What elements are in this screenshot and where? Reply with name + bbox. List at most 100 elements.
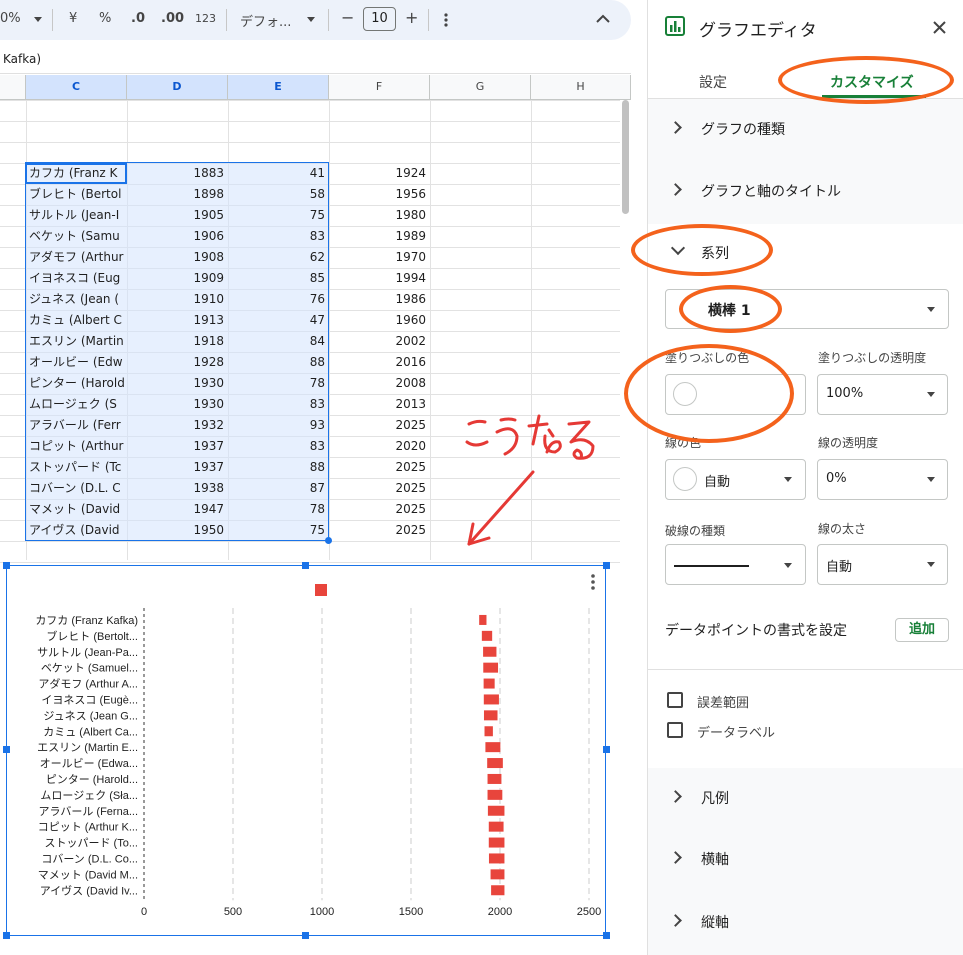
cell-age[interactable]: 58	[228, 184, 329, 205]
cell-age[interactable]: 84	[228, 331, 329, 352]
cell-birth-year[interactable]: 1918	[127, 331, 228, 352]
cell-end-year[interactable]: 2025	[329, 499, 430, 520]
cell-birth-year[interactable]: 1913	[127, 310, 228, 331]
cell-birth-year[interactable]: 1909	[127, 268, 228, 289]
cell-age[interactable]: 93	[228, 415, 329, 436]
cell-age[interactable]: 88	[228, 352, 329, 373]
close-icon[interactable]	[933, 21, 946, 34]
cell-name[interactable]: ベケット (Samu	[29, 226, 125, 247]
cell-end-year[interactable]: 2008	[329, 373, 430, 394]
add-data-point-button[interactable]: 追加	[895, 618, 949, 642]
fill-handle[interactable]	[325, 537, 332, 544]
cell-name[interactable]: コピット (Arthur	[29, 436, 125, 457]
column-header-E[interactable]: E	[228, 75, 329, 99]
cell-birth-year[interactable]: 1930	[127, 373, 228, 394]
cell-name[interactable]: イヨネスコ (Eug	[29, 268, 125, 289]
chart-resize-handle[interactable]	[302, 932, 309, 939]
cell-birth-year[interactable]: 1908	[127, 247, 228, 268]
section-chart-type[interactable]: グラフの種類	[701, 119, 785, 139]
chart-resize-handle[interactable]	[3, 932, 10, 939]
vertical-scrollbar[interactable]	[622, 100, 629, 214]
section-titles[interactable]: グラフと軸のタイトル	[701, 181, 841, 201]
chart-resize-handle[interactable]	[3, 562, 10, 569]
data-labels-checkbox[interactable]	[667, 722, 683, 738]
currency-format-button[interactable]: ¥	[69, 11, 77, 26]
cell-birth-year[interactable]: 1947	[127, 499, 228, 520]
font-size-increase-button[interactable]: +	[405, 8, 418, 27]
cell-name[interactable]: アラバール (Ferr	[29, 415, 125, 436]
section-horizontal-axis[interactable]: 横軸	[701, 849, 729, 869]
cell-end-year[interactable]: 2025	[329, 457, 430, 478]
cell-birth-year[interactable]: 1910	[127, 289, 228, 310]
fill-opacity-dropdown-icon[interactable]	[927, 392, 935, 397]
formula-bar[interactable]: Kafka)	[0, 46, 631, 74]
cell-end-year[interactable]: 1980	[329, 205, 430, 226]
cell-end-year[interactable]: 1989	[329, 226, 430, 247]
cell-name[interactable]: アイヴス (David	[29, 520, 125, 541]
cell-name[interactable]: ムロージェク (S	[29, 394, 125, 415]
cell-end-year[interactable]: 2025	[329, 520, 430, 541]
cell-name[interactable]: アダモフ (Arthur	[29, 247, 125, 268]
decrease-decimal-button[interactable]: .0	[131, 11, 145, 26]
cell-end-year[interactable]: 1986	[329, 289, 430, 310]
zoom-dropdown-icon[interactable]	[34, 17, 42, 22]
chart-resize-handle[interactable]	[603, 562, 610, 569]
cell-end-year[interactable]: 2013	[329, 394, 430, 415]
cell-birth-year[interactable]: 1928	[127, 352, 228, 373]
column-header-D[interactable]: D	[127, 75, 228, 99]
cell-age[interactable]: 47	[228, 310, 329, 331]
cell-end-year[interactable]: 1956	[329, 184, 430, 205]
cell-end-year[interactable]: 1970	[329, 247, 430, 268]
cell-end-year[interactable]: 2025	[329, 415, 430, 436]
cell-end-year[interactable]: 1924	[329, 163, 430, 184]
cell-name[interactable]: マメット (David	[29, 499, 125, 520]
cell-age[interactable]: 85	[228, 268, 329, 289]
cell-name[interactable]: オールビー (Edw	[29, 352, 125, 373]
chart-resize-handle[interactable]	[302, 562, 309, 569]
column-header-B[interactable]	[0, 75, 26, 99]
chart-resize-handle[interactable]	[3, 746, 10, 753]
percent-format-button[interactable]: %	[99, 11, 111, 26]
cell-age[interactable]: 78	[228, 373, 329, 394]
cell-age[interactable]: 75	[228, 520, 329, 541]
cell-birth-year[interactable]: 1950	[127, 520, 228, 541]
cell-end-year[interactable]: 2002	[329, 331, 430, 352]
cell-age[interactable]: 83	[228, 436, 329, 457]
collapse-toolbar-icon[interactable]	[596, 14, 610, 24]
cell-end-year[interactable]: 1994	[329, 268, 430, 289]
section-vertical-axis[interactable]: 縦軸	[701, 912, 729, 932]
cell-name[interactable]: ジュネス (Jean (	[29, 289, 125, 310]
dash-type-dropdown-icon[interactable]	[784, 563, 792, 568]
increase-decimal-button[interactable]: .00	[161, 11, 184, 26]
cell-age[interactable]: 78	[228, 499, 329, 520]
chart-resize-handle[interactable]	[603, 746, 610, 753]
font-size-input[interactable]: 10	[363, 7, 396, 31]
line-opacity-dropdown-icon[interactable]	[927, 477, 935, 482]
cell-birth-year[interactable]: 1937	[127, 457, 228, 478]
cell-birth-year[interactable]: 1905	[127, 205, 228, 226]
line-width-dropdown-icon[interactable]	[927, 562, 935, 567]
cell-end-year[interactable]: 2025	[329, 478, 430, 499]
cell-birth-year[interactable]: 1930	[127, 394, 228, 415]
cell-age[interactable]: 75	[228, 205, 329, 226]
cell-age[interactable]: 83	[228, 226, 329, 247]
cell-age[interactable]: 41	[228, 163, 329, 184]
column-header-C[interactable]: C	[26, 75, 127, 99]
line-color-dropdown-icon[interactable]	[784, 477, 792, 482]
cell-birth-year[interactable]: 1938	[127, 478, 228, 499]
cell-age[interactable]: 83	[228, 394, 329, 415]
cell-birth-year[interactable]: 1906	[127, 226, 228, 247]
column-header-F[interactable]: F	[329, 75, 430, 99]
font-dropdown-icon[interactable]	[307, 17, 315, 22]
error-bars-checkbox[interactable]	[667, 692, 683, 708]
section-legend[interactable]: 凡例	[701, 788, 729, 808]
cell-name[interactable]: コバーン (D.L. C	[29, 478, 125, 499]
column-header-H[interactable]: H	[531, 75, 631, 99]
cell-name[interactable]: ストッパード (Tc	[29, 457, 125, 478]
chart-resize-handle[interactable]	[603, 932, 610, 939]
cell-name[interactable]: エスリン (Martin	[29, 331, 125, 352]
series-dropdown-icon[interactable]	[927, 307, 935, 312]
number-format-button[interactable]: 123	[195, 12, 216, 25]
cell-name[interactable]: ピンター (Harold	[29, 373, 125, 394]
font-size-decrease-button[interactable]: −	[341, 8, 354, 27]
